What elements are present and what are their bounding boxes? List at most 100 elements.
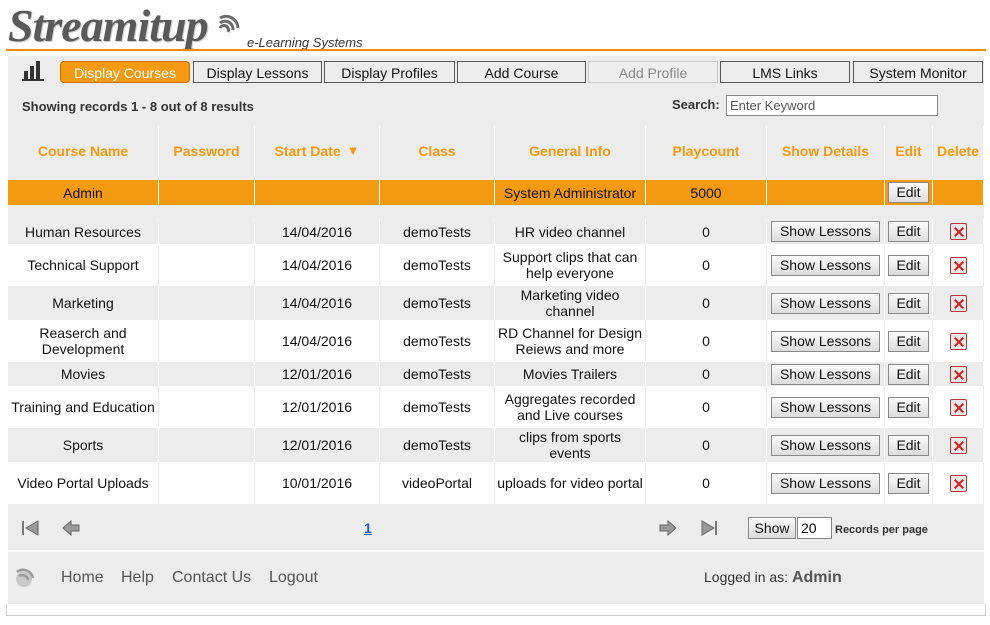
show-button[interactable]: Show xyxy=(748,517,796,539)
cell-start-date: 14/04/2016 xyxy=(255,320,380,362)
edit-button[interactable]: Edit xyxy=(888,363,929,385)
cell-edit: Edit xyxy=(885,219,933,244)
table-row: Video Portal Uploads 10/01/2016 videoPorta… xyxy=(8,462,984,504)
search-input[interactable] xyxy=(726,95,938,116)
cell-playcount: 0 xyxy=(646,286,767,320)
cell-password xyxy=(159,219,255,244)
delete-icon[interactable] xyxy=(949,294,967,312)
show-lessons-button[interactable]: Show Lessons xyxy=(770,396,881,418)
cell-general-info: Marketing video channel xyxy=(495,286,646,320)
cell-show-details xyxy=(767,180,885,205)
next-page-icon[interactable] xyxy=(658,519,678,537)
col-header-start-date[interactable]: Start Date ▼ xyxy=(255,126,380,176)
nav-system-monitor[interactable]: System Monitor xyxy=(853,61,983,83)
delete-icon[interactable] xyxy=(949,223,967,240)
cell-password xyxy=(159,462,255,504)
cell-class: demoTests xyxy=(380,219,495,244)
cell-course-name: Admin xyxy=(8,180,159,205)
edit-button[interactable]: Edit xyxy=(888,182,929,203)
show-lessons-button[interactable]: Show Lessons xyxy=(770,363,881,385)
show-lessons-button[interactable]: Show Lessons xyxy=(770,330,881,352)
cell-general-info: Aggregates recorded and Live courses xyxy=(495,386,646,428)
col-header-course-name[interactable]: Course Name xyxy=(8,126,159,176)
nav-add-course[interactable]: Add Course xyxy=(457,61,586,83)
cell-delete xyxy=(933,244,984,286)
col-header-password[interactable]: Password xyxy=(159,126,255,176)
cell-general-info: uploads for video portal xyxy=(495,462,646,504)
cell-edit: Edit xyxy=(885,320,933,362)
cell-start-date: 12/01/2016 xyxy=(255,428,380,462)
footer-link-help[interactable]: Help xyxy=(121,569,154,587)
cell-password xyxy=(159,386,255,428)
col-header-class[interactable]: Class xyxy=(380,126,495,176)
show-lessons-button[interactable]: Show Lessons xyxy=(770,221,881,242)
cell-class: demoTests xyxy=(380,362,495,386)
cell-playcount: 0 xyxy=(646,428,767,462)
cell-edit: Edit xyxy=(885,286,933,320)
cell-playcount: 0 xyxy=(646,244,767,286)
logged-in-status: Logged in as: Admin xyxy=(704,569,842,587)
cell-general-info: clips from sports events xyxy=(495,428,646,462)
cell-course-name: Movies xyxy=(8,362,159,386)
cell-course-name: Sports xyxy=(8,428,159,462)
edit-button[interactable]: Edit xyxy=(888,330,929,352)
col-header-general-info[interactable]: General Info xyxy=(495,126,646,176)
cell-class xyxy=(380,180,495,205)
show-lessons-button[interactable]: Show Lessons xyxy=(770,292,881,314)
cell-course-name: Training and Education xyxy=(8,386,159,428)
page-number-link[interactable]: 1 xyxy=(364,520,372,536)
cell-start-date: 12/01/2016 xyxy=(255,362,380,386)
show-lessons-button[interactable]: Show Lessons xyxy=(770,472,881,494)
search-label: Search: xyxy=(672,97,720,112)
cell-course-name: Reaserch and Development xyxy=(8,320,159,362)
cell-show-details: Show Lessons xyxy=(767,286,885,320)
footer-link-contact-us[interactable]: Contact Us xyxy=(172,569,251,587)
cell-delete xyxy=(933,462,984,504)
table-row: Technical Support 14/04/2016 demoTests Supp… xyxy=(8,244,984,286)
delete-icon[interactable] xyxy=(949,474,967,492)
cell-show-details: Show Lessons xyxy=(767,244,885,286)
cell-edit: Edit xyxy=(885,244,933,286)
first-page-icon[interactable] xyxy=(21,519,41,537)
nav-display-profiles[interactable]: Display Profiles xyxy=(324,61,455,83)
cell-start-date xyxy=(255,180,380,205)
previous-page-icon[interactable] xyxy=(61,519,81,537)
table-row: Marketing 14/04/2016 demoTests Marketing vi… xyxy=(8,286,984,320)
logged-in-label: Logged in as: xyxy=(704,569,789,585)
cell-playcount: 0 xyxy=(646,362,767,386)
cell-password xyxy=(159,428,255,462)
nav-display-courses[interactable]: Display Courses xyxy=(60,61,190,83)
edit-button[interactable]: Edit xyxy=(888,254,929,276)
records-per-page-input[interactable] xyxy=(797,517,832,539)
delete-icon[interactable] xyxy=(949,398,967,416)
cell-class: demoTests xyxy=(380,286,495,320)
edit-button[interactable]: Edit xyxy=(888,396,929,418)
col-header-playcount[interactable]: Playcount xyxy=(646,126,767,176)
cell-edit: Edit xyxy=(885,386,933,428)
delete-icon[interactable] xyxy=(949,365,967,383)
delete-icon[interactable] xyxy=(949,256,967,274)
last-page-icon[interactable] xyxy=(699,519,719,537)
edit-button[interactable]: Edit xyxy=(888,472,929,494)
cell-delete xyxy=(933,219,984,244)
cell-delete xyxy=(933,428,984,462)
cell-class: demoTests xyxy=(380,244,495,286)
edit-button[interactable]: Edit xyxy=(888,292,929,314)
show-lessons-button[interactable]: Show Lessons xyxy=(770,434,881,456)
footer-link-home[interactable]: Home xyxy=(61,569,104,587)
footer-link-logout[interactable]: Logout xyxy=(269,569,318,587)
cell-class: demoTests xyxy=(380,386,495,428)
show-lessons-button[interactable]: Show Lessons xyxy=(770,254,881,276)
cell-delete xyxy=(933,362,984,386)
edit-button[interactable]: Edit xyxy=(888,434,929,456)
nav-display-lessons[interactable]: Display Lessons xyxy=(193,61,322,83)
delete-icon[interactable] xyxy=(949,332,967,350)
table-header-row: Course Name Password Start Date ▼ Class … xyxy=(8,126,984,176)
edit-button[interactable]: Edit xyxy=(888,221,929,242)
cell-delete xyxy=(933,386,984,428)
bar-chart-icon[interactable] xyxy=(22,59,44,81)
delete-icon[interactable] xyxy=(949,436,967,454)
cell-playcount: 0 xyxy=(646,462,767,504)
nav-lms-links[interactable]: LMS Links xyxy=(720,61,850,83)
footer-divider xyxy=(8,550,984,552)
